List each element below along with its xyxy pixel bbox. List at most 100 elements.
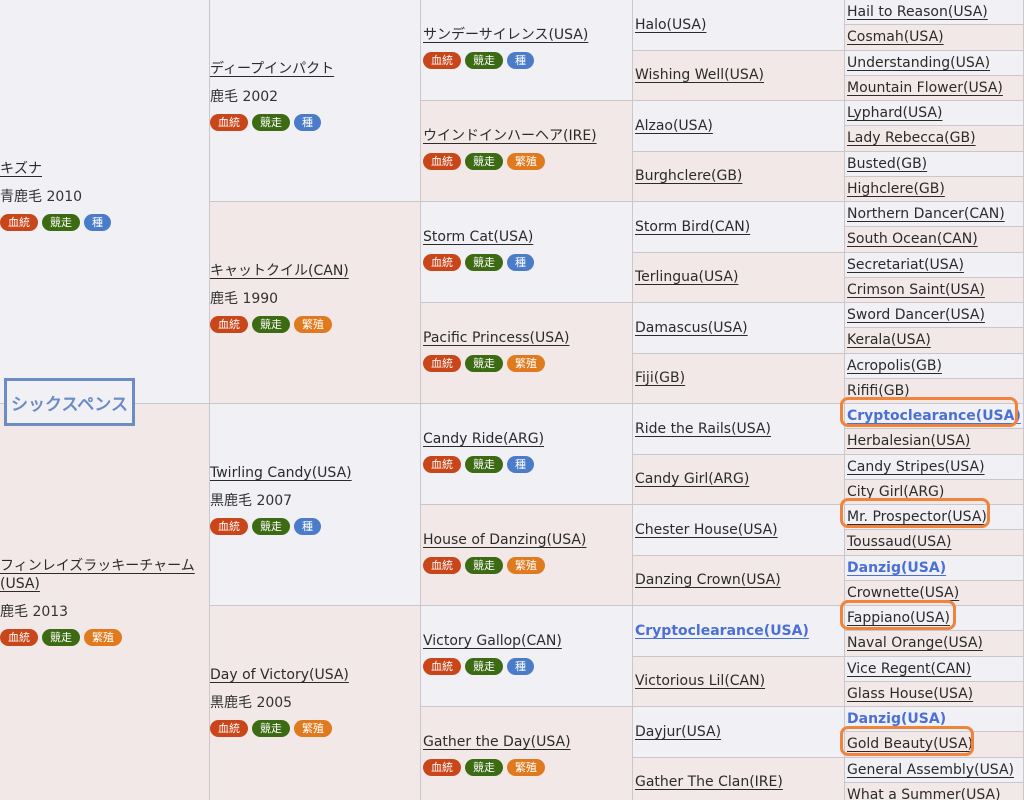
gen5-cell: Herbalesian(USA) — [845, 429, 1024, 455]
gen1-cell: キズナ 青鹿毛 2010 血統 競走種 — [0, 0, 210, 404]
horse-link[interactable]: Victory Gallop(CAN) — [423, 632, 562, 650]
tag-group: 血統 競走種 — [0, 214, 209, 231]
horse-link[interactable]: Fappiano(USA) — [847, 609, 950, 627]
horse-link[interactable]: Dayjur(USA) — [635, 723, 721, 741]
horse-link[interactable]: Mr. Prospector(USA) — [847, 508, 987, 526]
horse-link[interactable]: Gather The Clan(IRE) — [635, 773, 783, 791]
horse-link[interactable]: フィンレイズラッキーチャーム(USA) — [0, 557, 200, 593]
horse-link[interactable]: Cryptoclearance(USA) — [635, 622, 809, 640]
horse-link[interactable]: Northern Dancer(CAN) — [847, 205, 1005, 223]
tag-blood[interactable]: 血統 — [423, 456, 461, 473]
tag-blood[interactable]: 血統 — [0, 629, 38, 646]
horse-link[interactable]: Chester House(USA) — [635, 521, 778, 539]
tag-blood[interactable]: 血統 — [423, 759, 461, 776]
tag-race[interactable]: 競走 — [252, 114, 290, 131]
horse-link[interactable]: Burghclere(GB) — [635, 167, 742, 185]
horse-link[interactable]: Candy Girl(ARG) — [635, 470, 749, 488]
horse-link[interactable]: ウインドインハーヘア(IRE) — [423, 127, 597, 145]
horse-link[interactable]: Danzig(USA) — [847, 710, 946, 728]
horse-link[interactable]: Herbalesian(USA) — [847, 432, 970, 450]
horse-link[interactable]: Toussaud(USA) — [847, 533, 951, 551]
horse-link[interactable]: Day of Victory(USA) — [210, 666, 349, 684]
tag-blood[interactable]: 血統 — [210, 114, 248, 131]
tag-race[interactable]: 競走 — [465, 52, 503, 69]
horse-link[interactable]: Hail to Reason(USA) — [847, 3, 988, 21]
tag-blood[interactable]: 血統 — [423, 153, 461, 170]
horse-link[interactable]: ディープインパクト — [210, 60, 334, 78]
horse-link[interactable]: Secretariat(USA) — [847, 256, 964, 274]
horse-link[interactable]: Fiji(GB) — [635, 369, 685, 387]
tag-group: 血統 競走 繁殖 — [423, 557, 632, 574]
tag-blood[interactable]: 血統 — [423, 52, 461, 69]
tag-blood[interactable]: 血統 — [423, 557, 461, 574]
horse-link[interactable]: キャットクイル(CAN) — [210, 262, 349, 280]
horse-link[interactable]: Danzing Crown(USA) — [635, 571, 781, 589]
horse-link[interactable]: House of Danzing(USA) — [423, 531, 586, 549]
horse-link[interactable]: Crimson Saint(USA) — [847, 281, 985, 299]
tag-blood[interactable]: 血統 — [423, 355, 461, 372]
gen4-cell: Storm Bird(CAN) — [633, 202, 845, 253]
horse-link[interactable]: Terlingua(USA) — [635, 268, 738, 286]
horse-link[interactable]: Lyphard(USA) — [847, 104, 942, 122]
horse-link[interactable]: What a Summer(USA) — [847, 786, 1001, 800]
horse-link[interactable]: General Assembly(USA) — [847, 761, 1014, 779]
horse-link[interactable]: Alzao(USA) — [635, 117, 713, 135]
horse-link[interactable]: Pacific Princess(USA) — [423, 329, 569, 347]
tag-race[interactable]: 競走 — [465, 355, 503, 372]
tag-blood[interactable]: 血統 — [210, 518, 248, 535]
tag-group: 血統 競走 繁殖 — [0, 629, 209, 646]
horse-link[interactable]: Vice Regent(CAN) — [847, 660, 971, 678]
horse-link[interactable]: Cosmah(USA) — [847, 28, 944, 46]
tag-blood[interactable]: 血統 — [0, 214, 38, 231]
horse-link[interactable]: Kerala(USA) — [847, 331, 931, 349]
horse-link[interactable]: Ride the Rails(USA) — [635, 420, 771, 438]
horse-link[interactable]: Highclere(GB) — [847, 180, 945, 198]
horse-link[interactable]: Candy Ride(ARG) — [423, 430, 544, 448]
horse-link[interactable]: Storm Cat(USA) — [423, 228, 533, 246]
tag-race[interactable]: 競走 — [42, 629, 80, 646]
tag-race[interactable]: 競走 — [252, 518, 290, 535]
tag-blood[interactable]: 血統 — [210, 316, 248, 333]
horse-link[interactable]: Understanding(USA) — [847, 54, 990, 72]
horse-link[interactable]: Candy Stripes(USA) — [847, 458, 985, 476]
horse-link[interactable]: Mountain Flower(USA) — [847, 79, 1003, 97]
tag-blood[interactable]: 血統 — [210, 720, 248, 737]
gen4-cell: Danzing Crown(USA) — [633, 555, 845, 606]
horse-link[interactable]: Glass House(USA) — [847, 685, 973, 703]
horse-link[interactable]: Naval Orange(USA) — [847, 634, 983, 652]
horse-link[interactable]: City Girl(ARG) — [847, 483, 944, 501]
horse-link[interactable]: Gather the Day(USA) — [423, 733, 571, 751]
horse-link[interactable]: キズナ — [0, 160, 42, 178]
horse-link[interactable]: Twirling Candy(USA) — [210, 464, 352, 482]
tag-race[interactable]: 競走 — [252, 316, 290, 333]
tag-race[interactable]: 競走 — [465, 153, 503, 170]
tag-race[interactable]: 競走 — [465, 658, 503, 675]
tag-race[interactable]: 競走 — [465, 456, 503, 473]
horse-link[interactable]: Busted(GB) — [847, 155, 927, 173]
horse-link[interactable]: Damascus(USA) — [635, 319, 748, 337]
horse-link[interactable]: Storm Bird(CAN) — [635, 218, 750, 236]
gen4-cell: Cryptoclearance(USA) — [633, 606, 845, 657]
tag-race[interactable]: 競走 — [252, 720, 290, 737]
tag-race[interactable]: 競走 — [42, 214, 80, 231]
horse-link[interactable]: Sword Dancer(USA) — [847, 306, 985, 324]
horse-link[interactable]: Acropolis(GB) — [847, 357, 942, 375]
horse-link[interactable]: South Ocean(CAN) — [847, 230, 978, 248]
horse-link[interactable]: Gold Beauty(USA) — [847, 735, 973, 753]
tag-stud: 種 — [84, 214, 111, 231]
tag-race[interactable]: 競走 — [465, 557, 503, 574]
horse-link[interactable]: Cryptoclearance(USA) — [847, 407, 1021, 425]
horse-link[interactable]: Danzig(USA) — [847, 559, 946, 577]
tag-blood[interactable]: 血統 — [423, 658, 461, 675]
horse-link[interactable]: Crownette(USA) — [847, 584, 959, 602]
horse-link[interactable]: サンデーサイレンス(USA) — [423, 26, 588, 44]
horse-link[interactable]: Wishing Well(USA) — [635, 66, 764, 84]
tag-race[interactable]: 競走 — [465, 759, 503, 776]
tag-race[interactable]: 競走 — [465, 254, 503, 271]
horse-link[interactable]: Rififi(GB) — [847, 382, 910, 400]
tag-blood[interactable]: 血統 — [423, 254, 461, 271]
horse-link[interactable]: Halo(USA) — [635, 16, 706, 34]
horse-link[interactable]: Victorious Lil(CAN) — [635, 672, 765, 690]
horse-link[interactable]: Lady Rebecca(GB) — [847, 129, 976, 147]
tag-stud: 種 — [507, 254, 534, 271]
